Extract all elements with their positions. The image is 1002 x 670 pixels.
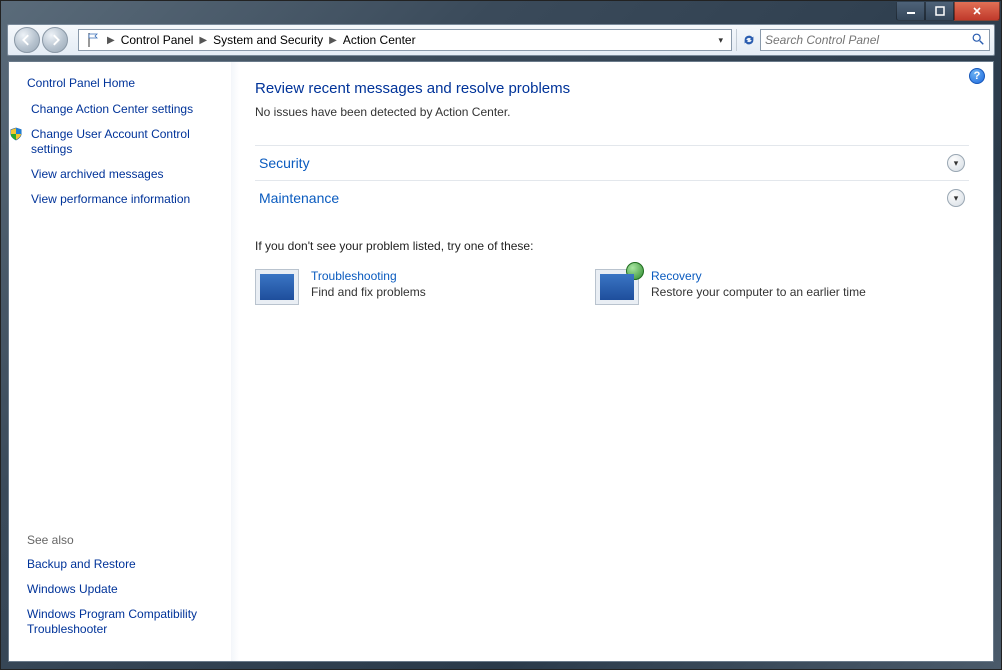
search-input[interactable]	[765, 33, 971, 47]
chevron-right-icon: ▶	[327, 35, 339, 46]
see-also-windows-update[interactable]: Windows Update	[27, 582, 219, 597]
sidebar-home-link[interactable]: Control Panel Home	[27, 76, 219, 90]
sidebar-link-label: Windows Program Compatibility Troublesho…	[27, 607, 219, 637]
help-icon[interactable]: ?	[969, 68, 985, 84]
toolbar: ▶ Control Panel ▶ System and Security ▶ …	[7, 24, 995, 56]
sidebar-link-label: View archived messages	[31, 167, 164, 182]
page-title: Review recent messages and resolve probl…	[255, 80, 969, 97]
see-also-heading: See also	[27, 533, 219, 547]
minimize-button[interactable]	[896, 2, 925, 21]
breadcrumb-system-security[interactable]: System and Security	[209, 33, 327, 47]
address-bar[interactable]: ▶ Control Panel ▶ System and Security ▶ …	[78, 29, 732, 51]
maximize-button[interactable]	[925, 2, 954, 21]
section-title: Security	[259, 155, 310, 171]
tile-recovery[interactable]: Recovery Restore your computer to an ear…	[595, 269, 875, 305]
address-dropdown-icon[interactable]: ▾	[714, 35, 727, 46]
chevron-down-icon[interactable]: ▾	[947, 154, 965, 172]
action-center-flag-icon	[85, 32, 101, 48]
sidebar-link-archived[interactable]: View archived messages	[27, 167, 219, 182]
tile-desc: Find and fix problems	[311, 285, 426, 301]
main-content: ? Review recent messages and resolve pro…	[231, 62, 993, 661]
sidebar-link-change-uac[interactable]: Change User Account Control settings	[27, 127, 219, 157]
tile-link[interactable]: Recovery	[651, 269, 702, 283]
chevron-down-icon[interactable]: ▾	[947, 189, 965, 207]
breadcrumb-control-panel[interactable]: Control Panel	[117, 33, 198, 47]
breadcrumb-action-center[interactable]: Action Center	[339, 33, 420, 47]
search-icon[interactable]	[971, 32, 985, 49]
section-maintenance[interactable]: Maintenance ▾	[255, 180, 969, 215]
see-also-compat-troubleshooter[interactable]: Windows Program Compatibility Troublesho…	[27, 607, 219, 637]
sidebar-link-label: View performance information	[31, 192, 190, 207]
recovery-icon	[595, 269, 639, 305]
section-title: Maintenance	[259, 190, 339, 206]
try-one-text: If you don't see your problem listed, tr…	[255, 239, 969, 253]
window-frame: ▶ Control Panel ▶ System and Security ▶ …	[0, 0, 1002, 670]
sidebar: Control Panel Home Change Action Center …	[9, 62, 231, 661]
forward-button[interactable]	[42, 27, 68, 53]
section-security[interactable]: Security ▾	[255, 145, 969, 180]
back-button[interactable]	[14, 27, 40, 53]
status-text: No issues have been detected by Action C…	[255, 105, 969, 119]
client-area: Control Panel Home Change Action Center …	[8, 61, 994, 662]
chevron-right-icon: ▶	[197, 35, 209, 46]
tile-desc: Restore your computer to an earlier time	[651, 285, 866, 301]
tile-troubleshooting[interactable]: Troubleshooting Find and fix problems	[255, 269, 535, 305]
uac-shield-icon	[9, 127, 25, 145]
sidebar-link-performance[interactable]: View performance information	[27, 192, 219, 207]
sidebar-link-label: Change Action Center settings	[31, 102, 193, 117]
sidebar-link-change-action-center[interactable]: Change Action Center settings	[27, 102, 219, 117]
monitor-icon	[255, 269, 299, 305]
sidebar-link-label: Windows Update	[27, 582, 118, 597]
chevron-right-icon: ▶	[105, 35, 117, 46]
tile-link[interactable]: Troubleshooting	[311, 269, 397, 283]
see-also-backup[interactable]: Backup and Restore	[27, 557, 219, 572]
search-box[interactable]	[760, 29, 990, 51]
close-button[interactable]	[954, 2, 1000, 21]
sidebar-link-label: Change User Account Control settings	[31, 127, 219, 157]
refresh-button[interactable]	[736, 29, 760, 51]
sidebar-link-label: Backup and Restore	[27, 557, 136, 572]
titlebar	[7, 2, 1000, 22]
